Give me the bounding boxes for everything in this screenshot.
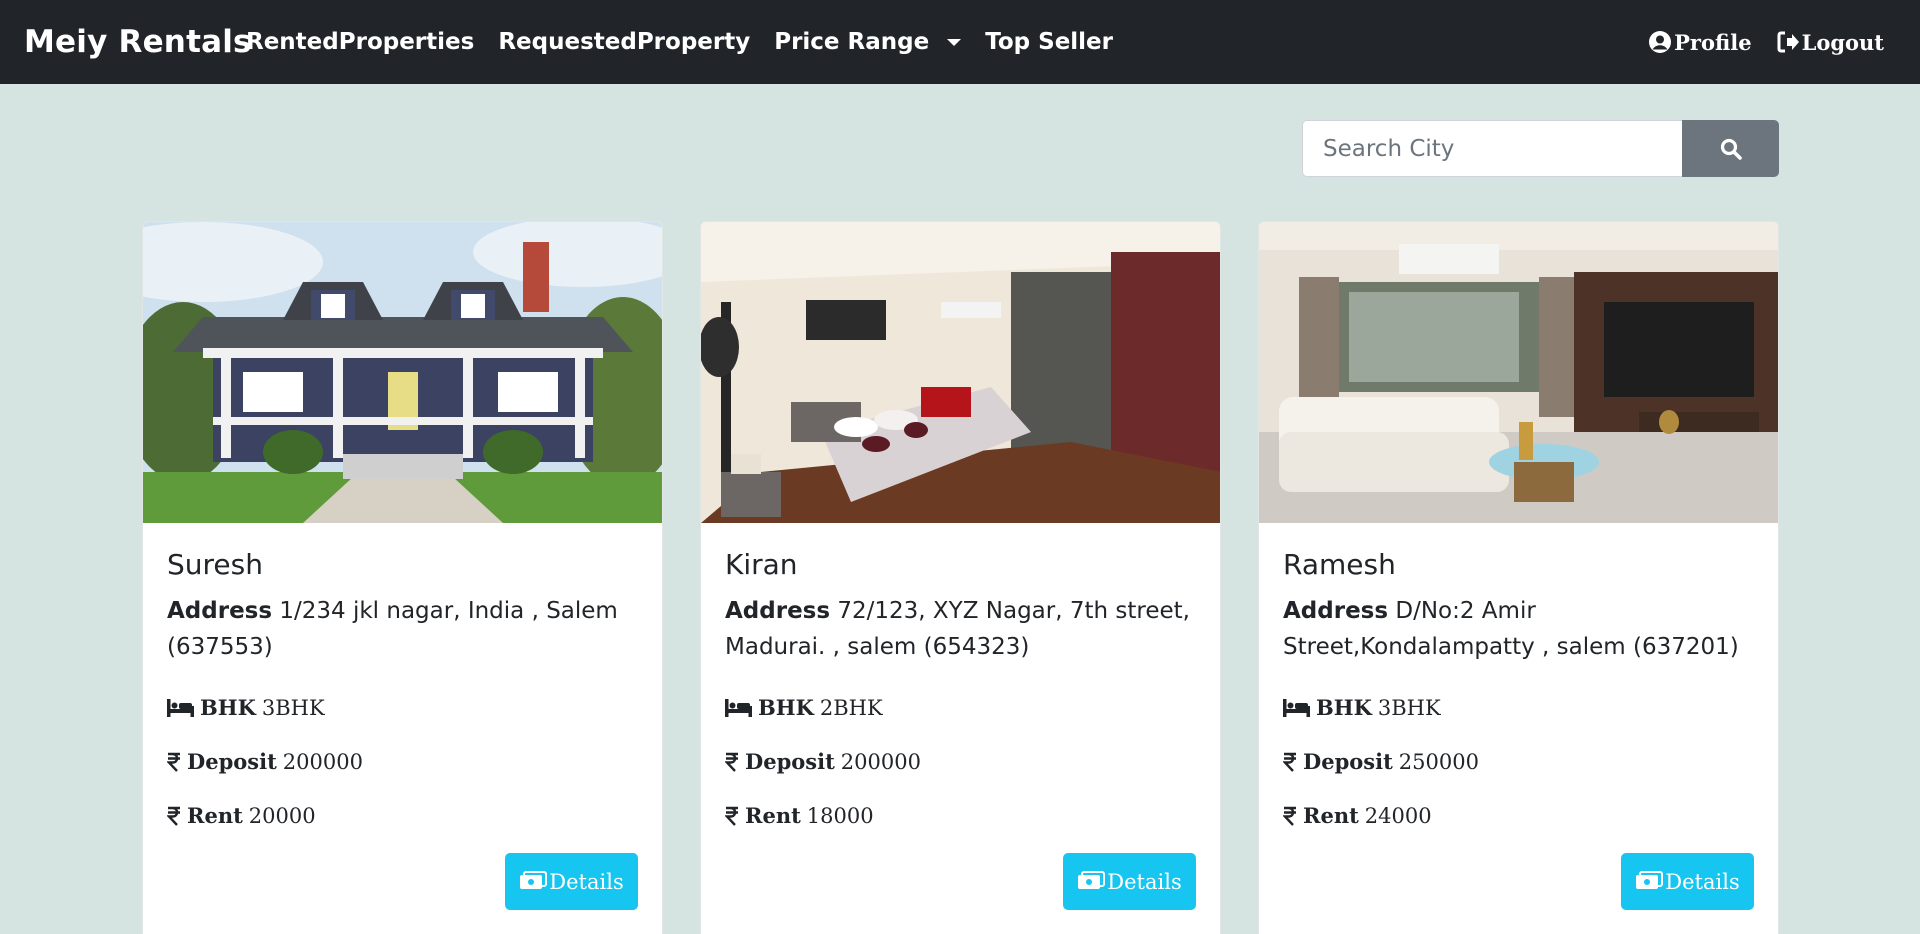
rent-value: 20000 <box>248 803 316 828</box>
owner-name: Kiran <box>725 548 798 581</box>
bhk-value: 2BHK <box>819 695 883 720</box>
address: Address D/No:2 Amir Street,Kondalampatty… <box>1283 593 1754 665</box>
profile-label: Profile <box>1674 29 1752 55</box>
navbar: Meiy Rentals RentedProperties RequestedP… <box>0 0 1920 84</box>
profile-link[interactable]: Profile <box>1648 29 1752 55</box>
property-image <box>143 222 662 523</box>
logout-link[interactable]: Logout <box>1776 30 1884 55</box>
search-icon <box>1720 138 1742 160</box>
rupee-icon <box>167 752 181 772</box>
nav-rented-properties[interactable]: RentedProperties <box>246 29 474 55</box>
logout-label: Logout <box>1801 29 1884 55</box>
deposit-row: Deposit 200000 <box>167 749 363 774</box>
address: Address 1/234 jkl nagar, India , Salem (… <box>167 593 638 665</box>
deposit-value: 200000 <box>282 749 363 774</box>
card-body: Kiran Address 72/123, XYZ Nagar, 7th str… <box>725 548 1196 665</box>
bhk-row: BHK 3BHK <box>167 695 325 720</box>
bhk-value: 3BHK <box>1377 695 1441 720</box>
details-label: Details <box>549 869 624 894</box>
brand-logo[interactable]: Meiy Rentals <box>24 0 252 84</box>
rent-row: Rent 24000 <box>1283 803 1432 828</box>
bhk-label: BHK <box>200 695 256 720</box>
details-label: Details <box>1665 869 1740 894</box>
money-check-icon <box>1636 870 1664 889</box>
rent-value: 24000 <box>1364 803 1432 828</box>
rent-value: 18000 <box>806 803 874 828</box>
address: Address 72/123, XYZ Nagar, 7th street, M… <box>725 593 1196 665</box>
money-check-icon <box>520 870 548 889</box>
property-card: Ramesh Address D/No:2 Amir Street,Kondal… <box>1258 221 1779 934</box>
bhk-value: 3BHK <box>261 695 325 720</box>
deposit-row: Deposit 250000 <box>1283 749 1479 774</box>
deposit-label: Deposit <box>187 749 277 774</box>
search-bar <box>1302 120 1779 177</box>
owner-name: Ramesh <box>1283 548 1396 581</box>
bed-icon <box>167 698 194 717</box>
sign-out-icon <box>1776 30 1800 54</box>
rent-label: Rent <box>187 803 243 828</box>
nav-links: RentedProperties RequestedProperty Price… <box>246 0 1137 84</box>
bed-icon <box>725 698 752 717</box>
details-button[interactable]: Details <box>505 853 638 910</box>
bed-icon <box>1283 698 1310 717</box>
deposit-label: Deposit <box>745 749 835 774</box>
bhk-row: BHK 2BHK <box>725 695 883 720</box>
nav-top-seller[interactable]: Top Seller <box>985 29 1113 55</box>
rent-label: Rent <box>745 803 801 828</box>
price-range-label: Price Range <box>774 29 930 55</box>
deposit-row: Deposit 200000 <box>725 749 921 774</box>
bhk-label: BHK <box>1316 695 1372 720</box>
user-circle-icon <box>1648 30 1672 54</box>
details-label: Details <box>1107 869 1182 894</box>
address-label: Address <box>167 598 273 624</box>
address-label: Address <box>725 598 831 624</box>
nav-price-range-dropdown[interactable]: Price Range <box>774 29 962 55</box>
property-image <box>701 222 1220 523</box>
rent-label: Rent <box>1303 803 1359 828</box>
bhk-row: BHK 3BHK <box>1283 695 1441 720</box>
search-button[interactable] <box>1682 120 1779 177</box>
property-image <box>1259 222 1778 523</box>
owner-name: Suresh <box>167 548 263 581</box>
property-card: Kiran Address 72/123, XYZ Nagar, 7th str… <box>700 221 1221 934</box>
rent-row: Rent 18000 <box>725 803 874 828</box>
card-body: Ramesh Address D/No:2 Amir Street,Kondal… <box>1283 548 1754 665</box>
deposit-label: Deposit <box>1303 749 1393 774</box>
details-button[interactable]: Details <box>1063 853 1196 910</box>
rupee-icon <box>1283 752 1297 772</box>
rupee-icon <box>725 806 739 826</box>
nav-requested-property[interactable]: RequestedProperty <box>498 29 750 55</box>
rupee-icon <box>725 752 739 772</box>
money-check-icon <box>1078 870 1106 889</box>
deposit-value: 200000 <box>840 749 921 774</box>
chevron-down-icon <box>947 38 962 46</box>
deposit-value: 250000 <box>1398 749 1479 774</box>
search-city-input[interactable] <box>1302 120 1682 177</box>
address-label: Address <box>1283 598 1389 624</box>
details-button[interactable]: Details <box>1621 853 1754 910</box>
bhk-label: BHK <box>758 695 814 720</box>
rent-row: Rent 20000 <box>167 803 316 828</box>
card-body: Suresh Address 1/234 jkl nagar, India , … <box>167 548 638 665</box>
rupee-icon <box>167 806 181 826</box>
rupee-icon <box>1283 806 1297 826</box>
property-card: Suresh Address 1/234 jkl nagar, India , … <box>142 221 663 934</box>
nav-right: Profile Logout <box>1624 0 1884 84</box>
